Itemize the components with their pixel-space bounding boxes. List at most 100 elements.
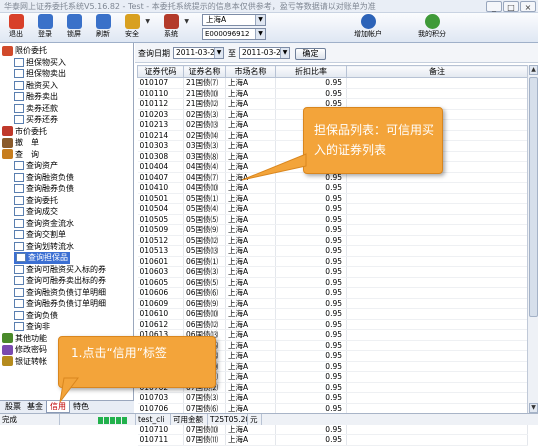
table-row[interactable]: 010509 05国债⑼ 上海A 0.95 [137, 224, 528, 236]
tree-item[interactable]: 查询资金流水 [14, 218, 74, 230]
tree-item[interactable]: 查 询 [2, 149, 39, 161]
tree-item-label: 查询资产 [26, 161, 58, 170]
table-row[interactable]: 010512 05国债⑿ 上海A 0.95 [137, 235, 528, 246]
column-header[interactable]: 折扣比率 [275, 65, 347, 78]
tree-item[interactable]: 查询担保品 [14, 252, 70, 264]
toolbar-button-4[interactable]: 安全 ▼ [118, 14, 150, 42]
tree-item[interactable]: 查询委托 [14, 195, 58, 207]
table-row[interactable]: 010612 06国债⑿ 上海A 0.95 [137, 319, 528, 330]
toolbar-button-2[interactable]: 锁屏 [60, 14, 88, 42]
end-date-input[interactable]: 2011-03-29 ▼ [239, 47, 290, 59]
shield-icon [124, 14, 140, 29]
toolbar-button-3[interactable]: 刷新 [89, 14, 117, 42]
table-row[interactable]: 010410 04国债⑽ 上海A 0.95 [137, 182, 528, 194]
chevron-down-icon[interactable]: ▼ [255, 29, 265, 39]
tree-item-label: 查询可融券卖出标的券 [26, 276, 106, 285]
table-cell: 上海A [225, 130, 276, 141]
toolbar-button-5[interactable]: 系统 ▼ [157, 14, 189, 42]
account-code-select[interactable]: E000096912 ▼ [202, 28, 266, 40]
table-cell: 010610 [137, 308, 184, 320]
tab-1[interactable]: 基金 [24, 401, 46, 413]
minimize-button[interactable]: _ [486, 1, 502, 12]
table-row[interactable]: 010610 06国债⑽ 上海A 0.95 [137, 308, 528, 320]
tab-0[interactable]: 股票 [2, 401, 24, 413]
table-row[interactable]: 010605 06国债⑸ 上海A 0.95 [137, 277, 528, 288]
chevron-down-icon[interactable]: ▼ [184, 18, 189, 25]
page-icon [14, 184, 24, 193]
tree-item[interactable]: 银证转帐 [2, 356, 47, 368]
close-button[interactable]: × [520, 1, 536, 12]
tree-item[interactable]: 市价委托 [2, 126, 47, 138]
table-row[interactable]: 010711 07国债⑾ 上海A 0.95 [137, 434, 528, 446]
table-cell: 0.95 [275, 77, 347, 89]
tree-item[interactable]: 卖券还款 [14, 103, 58, 115]
tree-item[interactable]: 查询资产 [14, 160, 58, 172]
table-row[interactable]: 010706 07国债⑹ 上海A 0.95 [137, 403, 528, 414]
table-row[interactable]: 010505 05国债⑸ 上海A 0.95 [137, 214, 528, 225]
scroll-thumb[interactable] [529, 77, 538, 317]
tree-item[interactable]: 查询负债 [14, 310, 58, 322]
tree-item[interactable]: 修改密码 [2, 344, 47, 356]
table-cell [346, 88, 528, 99]
table-row[interactable]: 010501 05国债⑴ 上海A 0.95 [137, 193, 528, 204]
toolbar-button-1[interactable]: 登录 [31, 14, 59, 42]
add-account-button[interactable]: 增加帐户 [348, 14, 388, 42]
table-row[interactable]: 010703 07国债⑶ 上海A 0.95 [137, 392, 528, 404]
table-cell: 上海A [225, 266, 276, 278]
table-row[interactable]: 010710 07国债⑽ 上海A 0.95 [137, 424, 528, 435]
my-points-button[interactable]: 我的积分 [412, 14, 452, 42]
table-cell: 06国债⑸ [183, 277, 226, 288]
tree-item[interactable]: 查询成交 [14, 206, 58, 218]
table-cell: 010505 [137, 214, 184, 225]
table-cell: 010504 [137, 203, 184, 215]
table-row[interactable]: 010110 21国债⑽ 上海A 0.95 [137, 88, 528, 99]
table-row[interactable]: 010601 06国债⑴ 上海A 0.95 [137, 256, 528, 267]
tree-item[interactable]: 其他功能 [2, 333, 47, 345]
tree-item[interactable]: 融资买入 [14, 80, 58, 92]
tree-item[interactable]: 查询可融资买入标的券 [14, 264, 106, 276]
tree-item[interactable]: 担保物买入 [14, 57, 66, 69]
tree-item[interactable]: 查询划转流水 [14, 241, 74, 253]
toolbar: 上海A ▼ E000096912 ▼ 退出 登录 锁屏 刷新 安全 ▼ 系统 ▼ 增加帐户 我的积… [0, 13, 538, 43]
table-row[interactable]: 010107 21国债⑺ 上海A 0.95 [137, 77, 528, 89]
start-date-input[interactable]: 2011-03-29 ▼ [173, 47, 224, 59]
column-header[interactable]: 证券代码 [137, 65, 184, 78]
tree-item[interactable]: 融券卖出 [14, 91, 58, 103]
chevron-down-icon[interactable]: ▼ [214, 48, 223, 58]
tree-item[interactable]: 查询融资负债订单明细 [14, 287, 106, 299]
table-cell: 07国债⑽ [183, 424, 226, 435]
tree-item[interactable]: 查询可融券卖出标的券 [14, 275, 106, 287]
tree-item[interactable]: 查询融券负债 [14, 183, 74, 195]
tree-item[interactable]: 担保物卖出 [14, 68, 66, 80]
tree-item[interactable]: 撤 单 [2, 137, 39, 149]
table-cell: 0.95 [275, 224, 347, 236]
tree-item[interactable]: 买券还券 [14, 114, 58, 126]
tree-item[interactable]: 查询交割单 [14, 229, 66, 241]
table-row[interactable]: 010609 06国债⑼ 上海A 0.95 [137, 298, 528, 309]
column-header[interactable]: 备注 [346, 65, 528, 78]
maximize-button[interactable]: □ [503, 1, 519, 12]
chevron-down-icon[interactable]: ▼ [280, 48, 289, 58]
tree-item[interactable]: 查询融券负债订单明细 [14, 298, 106, 310]
tree-item[interactable]: 限价委托 [2, 45, 47, 57]
toolbar-button-0[interactable]: 退出 [2, 14, 30, 42]
confirm-button[interactable]: 确定 [295, 48, 326, 60]
chevron-down-icon[interactable]: ▼ [145, 18, 150, 25]
table-cell: 010513 [137, 245, 184, 257]
tree-item-label: 查询划转流水 [26, 241, 74, 251]
table-scrollbar[interactable]: ▲ ▼ [527, 65, 538, 413]
table-cell: 010606 [137, 287, 184, 299]
table-row[interactable]: 010606 06国债⑹ 上海A 0.95 [137, 287, 528, 299]
table-row[interactable]: 010603 06国债⑶ 上海A 0.95 [137, 266, 528, 278]
market-select[interactable]: 上海A ▼ [202, 14, 266, 26]
column-header[interactable]: 市场名称 [225, 65, 276, 78]
table-cell: 010308 [137, 151, 184, 162]
scroll-up-icon[interactable]: ▲ [529, 65, 538, 75]
scroll-down-icon[interactable]: ▼ [529, 403, 538, 413]
table-row[interactable]: 010504 05国债⑷ 上海A 0.95 [137, 203, 528, 215]
tree-item[interactable]: 查询非 [14, 321, 50, 333]
column-header[interactable]: 证券名称 [183, 65, 226, 78]
chevron-down-icon[interactable]: ▼ [255, 15, 265, 25]
table-row[interactable]: 010513 05国债⒀ 上海A 0.95 [137, 245, 528, 257]
tree-item[interactable]: 查询融资负债 [14, 172, 74, 184]
